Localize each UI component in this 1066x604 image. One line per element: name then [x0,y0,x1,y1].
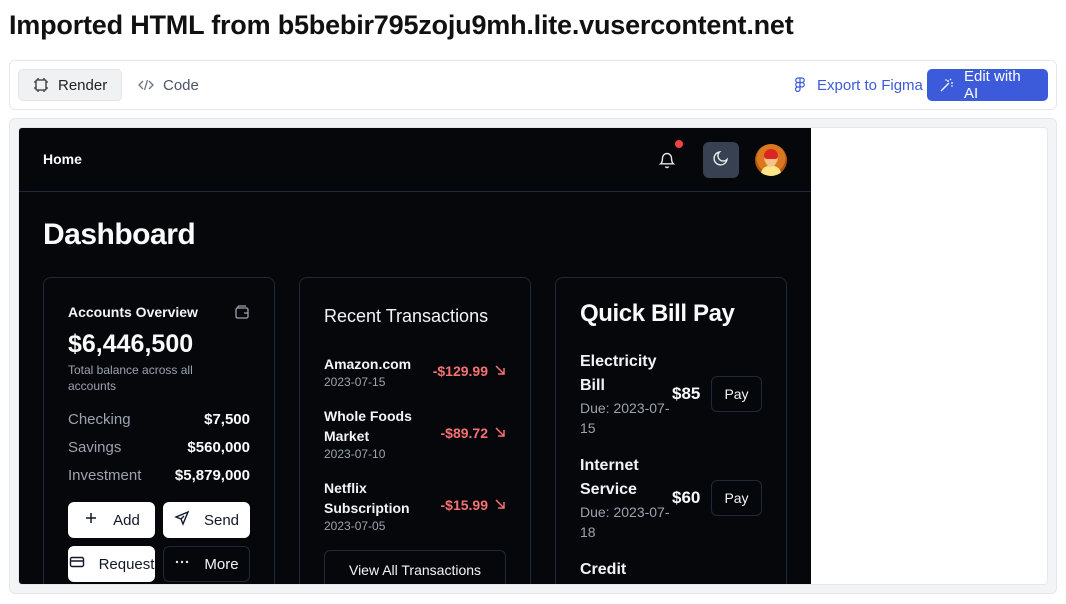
send-icon [174,510,190,530]
app-header: Home [19,128,811,192]
render-tab[interactable]: Render [18,69,123,101]
export-figma-button[interactable]: Export to Figma [780,69,935,101]
preview-frame: Home Dashboard Accounts Overview $6,446,… [9,118,1057,594]
bill-name: Credit [580,561,627,578]
bell-icon[interactable] [657,150,677,170]
accounts-overview-title: Accounts Overview [68,304,198,320]
total-balance-caption: Total balance across all accounts [68,363,193,393]
transaction-item[interactable]: Netflix Subscription 2023-07-05 -$15.99 [324,478,506,534]
code-tab-label: Code [163,76,199,94]
home-link[interactable]: Home [43,151,82,167]
transaction-amount-text: -$15.99 [440,497,488,513]
transaction-date: 2023-07-10 [324,447,386,461]
transaction-name: Whole Foods Market [324,408,412,444]
pay-button[interactable]: Pay [711,480,762,516]
avatar[interactable] [755,144,787,176]
transaction-amount: -$15.99 [441,497,506,513]
edit-with-ai-label: Edit with AI [964,68,1021,102]
plus-icon [83,510,99,530]
preview-toolbar: Render Code Export to Figma Edit with AI [9,60,1057,110]
bill-item: Credit [580,558,762,582]
preview-canvas: Home Dashboard Accounts Overview $6,446,… [18,127,1048,585]
request-button[interactable]: Request [68,546,155,582]
account-row: Investment $5,879,000 [68,467,250,484]
transaction-date: 2023-07-05 [324,519,386,533]
transaction-item[interactable]: Amazon.com 2023-07-15 -$129.99 [324,354,506,390]
account-value: $560,000 [187,439,250,456]
magic-wand-icon [939,77,955,93]
bill-item: Electricity Bill Due: 2023-07-15 $85 Pay [580,350,762,438]
code-icon [138,77,154,93]
account-value: $7,500 [204,411,250,428]
edit-with-ai-button[interactable]: Edit with AI [927,68,1048,102]
bill-name: Internet Service [580,457,639,498]
total-balance: $6,446,500 [68,330,194,358]
frame-icon [33,77,49,93]
pay-button[interactable]: Pay [711,376,762,412]
code-tab[interactable]: Code [124,69,213,101]
transaction-name: Netflix Subscription [324,480,410,516]
transaction-item[interactable]: Whole Foods Market 2023-07-10 -$89.72 [324,406,506,462]
account-row: Checking $7,500 [68,411,250,428]
avatar-turban [764,149,778,159]
transaction-amount: -$89.72 [441,425,506,441]
view-all-transactions-button[interactable]: View All Transactions [324,550,506,584]
avatar-body [761,166,781,176]
bill-amount: $85 [672,384,701,403]
more-dots-icon [174,554,190,574]
add-button-label: Add [113,511,140,529]
send-button[interactable]: Send [163,502,250,538]
render-tab-label: Render [58,76,108,94]
wallet-icon [234,304,250,320]
accounts-overview-card: Accounts Overview $6,446,500 Total balan… [43,277,275,584]
transaction-amount-text: -$129.99 [432,363,488,379]
recent-transactions-card: Recent Transactions Amazon.com 2023-07-1… [299,277,531,584]
bill-amount: $60 [672,488,701,507]
dashboard-title: Dashboard [43,218,196,251]
arrow-down-right-icon [494,363,506,379]
quick-bill-pay-title: Quick Bill Pay [580,300,735,327]
bill-item: Internet Service Due: 2023-07-18 $60 Pay [580,454,762,542]
account-label: Checking [68,411,131,428]
more-button-label: More [204,555,239,573]
transaction-name: Amazon.com [324,356,412,372]
request-button-label: Request [98,555,155,573]
arrow-down-right-icon [494,497,506,513]
add-button[interactable]: Add [68,502,155,538]
bill-due-date: Due: 2023-07-18 [580,504,670,540]
more-button[interactable]: More [163,546,250,582]
notification-dot [675,140,683,148]
quick-bill-pay-card: Quick Bill Pay Electricity Bill Due: 202… [555,277,787,584]
account-row: Savings $560,000 [68,439,250,456]
figma-icon [792,77,808,93]
arrow-down-right-icon [494,425,506,441]
theme-toggle-button[interactable] [703,142,739,178]
account-value: $5,879,000 [174,467,250,484]
bill-due-date: Due: 2023-07-15 [580,400,670,436]
account-label: Investment [68,467,142,484]
recent-transactions-title: Recent Transactions [324,306,489,326]
moon-icon [711,148,731,173]
credit-card-icon [69,554,85,574]
account-label: Savings [68,439,122,456]
banking-dashboard: Home Dashboard Accounts Overview $6,446,… [19,128,811,584]
transaction-amount-text: -$89.72 [440,425,488,441]
transaction-amount: -$129.99 [433,363,506,379]
bill-name: Electricity Bill [580,353,657,394]
send-button-label: Send [203,511,240,529]
page-title: Imported HTML from b5bebir795zoju9mh.lit… [9,10,794,40]
export-figma-label: Export to Figma [817,76,923,94]
